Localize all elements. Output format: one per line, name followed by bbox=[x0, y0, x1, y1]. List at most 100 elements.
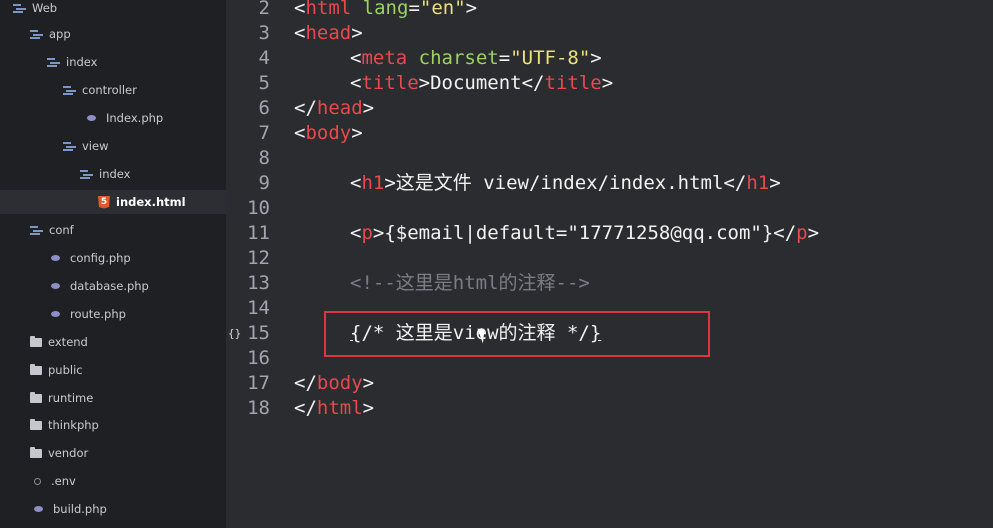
code-token: < bbox=[350, 172, 362, 194]
php-file-icon bbox=[51, 311, 60, 317]
code-text: <p>{$email|default="17771258@qq.com"}</p… bbox=[350, 221, 819, 246]
code-token: > bbox=[362, 372, 375, 394]
file-tree-sidebar: Web app index controller Index.php view index 5… bbox=[0, 0, 226, 528]
code-line[interactable]: 6 </head> bbox=[226, 96, 993, 121]
code-line[interactable]: 12 bbox=[226, 246, 993, 271]
tree-item[interactable]: Web bbox=[0, 0, 226, 20]
code-token: html bbox=[305, 0, 352, 19]
tree-item[interactable]: thinkphp bbox=[0, 413, 226, 437]
code-text: <h1>这是文件 view/index/index.html</h1> bbox=[350, 171, 781, 196]
code-token: = bbox=[498, 47, 511, 69]
code-token: html bbox=[316, 397, 363, 419]
code-line[interactable]: 18 </html> bbox=[226, 396, 993, 421]
folder-open-icon bbox=[13, 3, 26, 13]
code-line[interactable]: 4 <meta charset="UTF-8"> bbox=[226, 46, 993, 71]
code-line[interactable]: 10 bbox=[226, 196, 993, 221]
tree-item[interactable]: Index.php bbox=[0, 106, 226, 130]
tree-item[interactable]: route.php bbox=[0, 302, 226, 326]
code-line[interactable]: 8 bbox=[226, 146, 993, 171]
code-token: > bbox=[590, 47, 602, 69]
code-line[interactable]: 3 <head> bbox=[226, 21, 993, 46]
tree-item-label: Index.php bbox=[106, 111, 164, 125]
code-token: > bbox=[351, 22, 363, 44]
code-line[interactable]: 5 <title>Document</title> bbox=[226, 71, 993, 96]
code-token: h1 bbox=[746, 172, 770, 194]
tree-item[interactable]: view bbox=[0, 134, 226, 158]
tree-item-label: public bbox=[48, 363, 83, 377]
tree-item[interactable]: runtime bbox=[0, 386, 226, 410]
folder-open-icon bbox=[47, 57, 60, 67]
tree-item-label: controller bbox=[82, 83, 137, 97]
tree-item[interactable]: app bbox=[0, 22, 226, 46]
tree-item-label: config.php bbox=[70, 251, 131, 265]
code-line[interactable]: 11 <p>{$email|default="17771258@qq.com"}<… bbox=[226, 221, 993, 246]
line-number: 4 bbox=[258, 47, 270, 69]
code-text: <body> bbox=[294, 121, 363, 146]
line-number: 8 bbox=[258, 147, 270, 169]
code-token: p bbox=[796, 222, 808, 244]
code-token: > bbox=[362, 397, 375, 419]
tree-item-label: .env bbox=[51, 474, 76, 488]
tree-item-label: index bbox=[66, 55, 98, 69]
folder-open-icon bbox=[80, 169, 93, 179]
code-text: <head> bbox=[294, 21, 363, 46]
code-token: </ bbox=[294, 372, 317, 394]
line-number: 7 bbox=[258, 122, 270, 144]
tree-item-label: view bbox=[82, 139, 109, 153]
tree-item[interactable]: database.php bbox=[0, 274, 226, 298]
code-token: </ bbox=[294, 97, 317, 119]
tree-item[interactable]: conf bbox=[0, 218, 226, 242]
code-text: <title>Document</title> bbox=[350, 71, 613, 96]
code-token: < bbox=[350, 47, 362, 69]
folder-icon bbox=[30, 418, 42, 430]
line-number: 10 bbox=[247, 197, 270, 219]
folder-open-icon bbox=[63, 141, 76, 151]
code-token: = bbox=[408, 0, 420, 19]
tree-item[interactable]: extend bbox=[0, 330, 226, 354]
line-number: 5 bbox=[258, 72, 270, 94]
code-text: <meta charset="UTF-8"> bbox=[350, 46, 602, 71]
tree-item[interactable]: build.php bbox=[0, 497, 226, 521]
code-token: >{$email|default="17771258@qq.com"}</ bbox=[372, 222, 797, 244]
tree-item[interactable]: config.php bbox=[0, 246, 226, 270]
line-number: 15 bbox=[247, 322, 270, 344]
code-editor[interactable]: 2 <html lang="en"> 3 <head> 4 <meta charset="… bbox=[226, 0, 993, 528]
tree-item[interactable]: index bbox=[0, 162, 226, 186]
line-number: 2 bbox=[258, 0, 270, 19]
code-token: head bbox=[305, 22, 352, 44]
code-token: "UTF-8" bbox=[510, 47, 591, 69]
code-text: <html lang="en"> bbox=[294, 0, 477, 21]
code-token: <!--这里是html的注释--> bbox=[350, 272, 590, 294]
tree-item[interactable]: public bbox=[0, 358, 226, 382]
tree-item-label: runtime bbox=[48, 391, 94, 405]
code-line[interactable]: 9 <h1>这是文件 view/index/index.html</h1> bbox=[226, 171, 993, 196]
tree-item[interactable]: index bbox=[0, 50, 226, 74]
tree-item-label: build.php bbox=[53, 502, 107, 516]
php-file-icon bbox=[51, 283, 60, 289]
tree-item-label: index.html bbox=[116, 195, 186, 209]
folder-icon bbox=[30, 363, 42, 375]
code-token: > bbox=[465, 0, 478, 19]
line-number: 11 bbox=[247, 222, 270, 244]
tree-item-label: thinkphp bbox=[48, 418, 99, 432]
code-token: > bbox=[351, 122, 363, 144]
code-line[interactable]: 13 <!--这里是html的注释--> bbox=[226, 271, 993, 296]
php-file-icon bbox=[87, 115, 96, 121]
tree-item-label: vendor bbox=[48, 446, 89, 460]
tree-item[interactable]: .env bbox=[0, 469, 226, 493]
tree-item[interactable]: 5 index.html bbox=[0, 190, 226, 214]
tree-item[interactable]: vendor bbox=[0, 441, 226, 465]
code-line[interactable]: 2 <html lang="en"> bbox=[226, 0, 993, 21]
code-token: < bbox=[350, 72, 362, 94]
code-token: body bbox=[316, 372, 363, 394]
tree-item[interactable]: controller bbox=[0, 78, 226, 102]
folder-icon bbox=[30, 446, 42, 458]
code-line[interactable]: 17 </body> bbox=[226, 371, 993, 396]
code-line[interactable]: 7 <body> bbox=[226, 121, 993, 146]
code-text: </html> bbox=[294, 396, 374, 421]
code-token: title bbox=[361, 72, 419, 94]
line-number: 3 bbox=[258, 22, 270, 44]
folder-open-icon bbox=[63, 85, 76, 95]
